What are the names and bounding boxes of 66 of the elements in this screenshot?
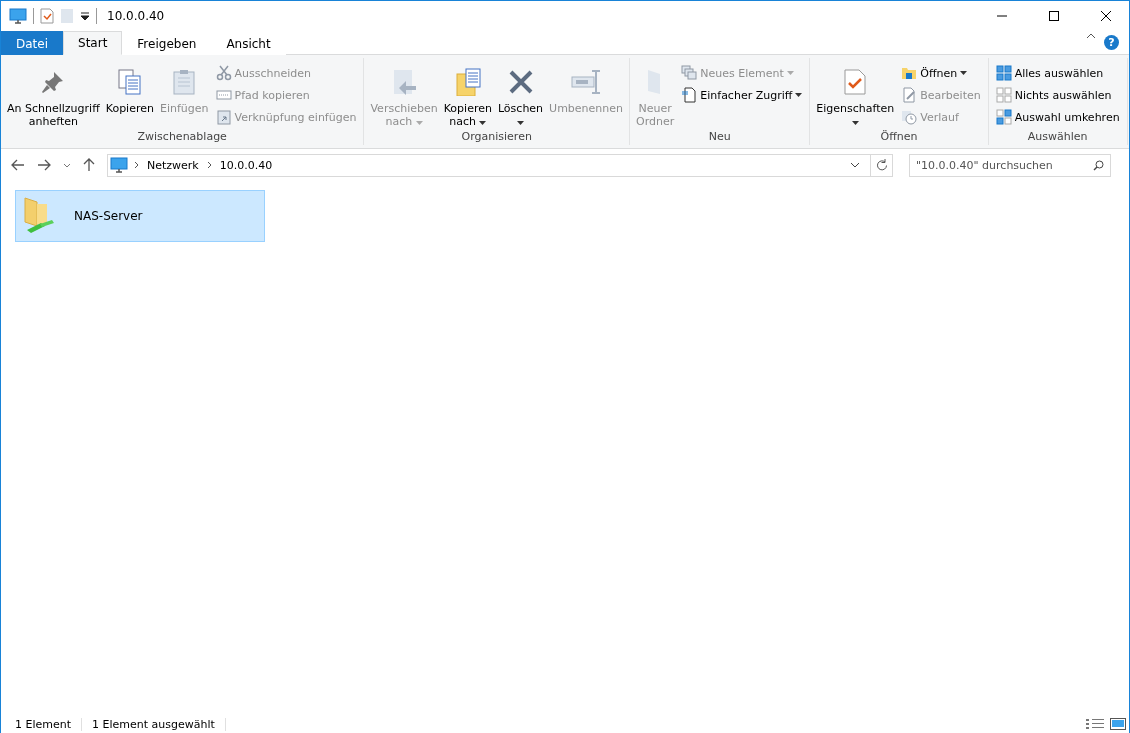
group-label: Neu (707, 130, 732, 145)
edit-icon (901, 87, 918, 103)
caret-icon (479, 121, 487, 125)
ribbon-button[interactable]: Alles auswählen (992, 62, 1123, 84)
refresh-icon (875, 159, 888, 171)
file-menu-tab[interactable]: Datei (1, 31, 63, 55)
ribbon-tab[interactable]: Start (63, 31, 123, 55)
caret-icon (415, 121, 423, 125)
close-icon (1101, 11, 1111, 21)
caret-icon (851, 121, 859, 125)
ribbon-button[interactable]: Auswahl umkehren (992, 106, 1123, 128)
history-icon (901, 109, 918, 125)
breadcrumb[interactable]: 10.0.0.40 (217, 158, 275, 172)
folder-copy-icon (453, 68, 482, 96)
invert-selection-icon (995, 109, 1012, 125)
page-icon (60, 8, 74, 24)
chevron-down-icon (850, 162, 860, 168)
address-bar[interactable]: Netzwerk 10.0.0.40 (107, 153, 893, 177)
caret-icon (786, 71, 794, 75)
new-item-icon (681, 65, 698, 81)
maximize-icon (1049, 11, 1059, 21)
network-folder-icon (22, 196, 56, 236)
ribbon-button[interactable]: Öffnen (898, 62, 984, 84)
status-text: 1 Element ausgewählt (92, 717, 226, 731)
collapse-ribbon-icon (1086, 31, 1096, 41)
breadcrumb[interactable]: Netzwerk (145, 158, 201, 172)
computer-icon (9, 8, 27, 24)
properties-icon (40, 8, 54, 24)
large-icons-view-button[interactable] (1107, 718, 1129, 730)
group-label: Auswählen (1026, 130, 1089, 145)
caret-icon (795, 93, 803, 97)
chevron-icon (134, 161, 139, 169)
ribbon-button[interactable]: Eigenschaften (814, 58, 897, 130)
ribbon-button[interactable]: Kopieren nach (441, 58, 494, 130)
copy-icon (115, 68, 144, 96)
group-label: Zwischenablage (136, 130, 228, 145)
search-icon (1093, 159, 1104, 171)
rename-icon (570, 67, 603, 97)
chevron-icon (206, 161, 212, 169)
chevron-down-icon (63, 162, 71, 168)
select-none-icon (995, 87, 1012, 103)
caret-icon (517, 121, 524, 125)
open-folder-icon (901, 65, 918, 81)
shortcut-icon (215, 109, 232, 125)
group-label: Organisieren (460, 130, 533, 145)
folder-item[interactable]: NAS-Server (15, 190, 265, 242)
group-label: Öffnen (879, 130, 919, 145)
path-icon (215, 87, 232, 103)
status-text: 1 Element (15, 717, 83, 731)
ribbon-button[interactable]: Nichts auswählen (992, 84, 1123, 106)
document-icon (681, 87, 698, 103)
ribbon-button[interactable]: Einfacher Zugriff (678, 84, 806, 106)
details-view-button[interactable] (1083, 718, 1107, 730)
help-icon[interactable]: ? (1104, 35, 1119, 50)
ribbon-button[interactable]: Kopieren (103, 58, 156, 130)
window-title: 10.0.0.40 (107, 9, 166, 23)
caret-icon (960, 71, 968, 75)
computer-icon (110, 157, 128, 173)
clipboard-icon (171, 68, 198, 96)
ribbon-button[interactable]: Löschen (495, 58, 546, 130)
ribbon-button[interactable]: An Schnellzugriff anheften (5, 58, 102, 130)
scissors-icon (215, 65, 232, 81)
properties-icon (842, 68, 869, 96)
select-all-icon (995, 65, 1012, 81)
customize-caret-icon (80, 11, 90, 21)
search-field[interactable]: "10.0.0.40" durchsuchen (909, 153, 1111, 177)
